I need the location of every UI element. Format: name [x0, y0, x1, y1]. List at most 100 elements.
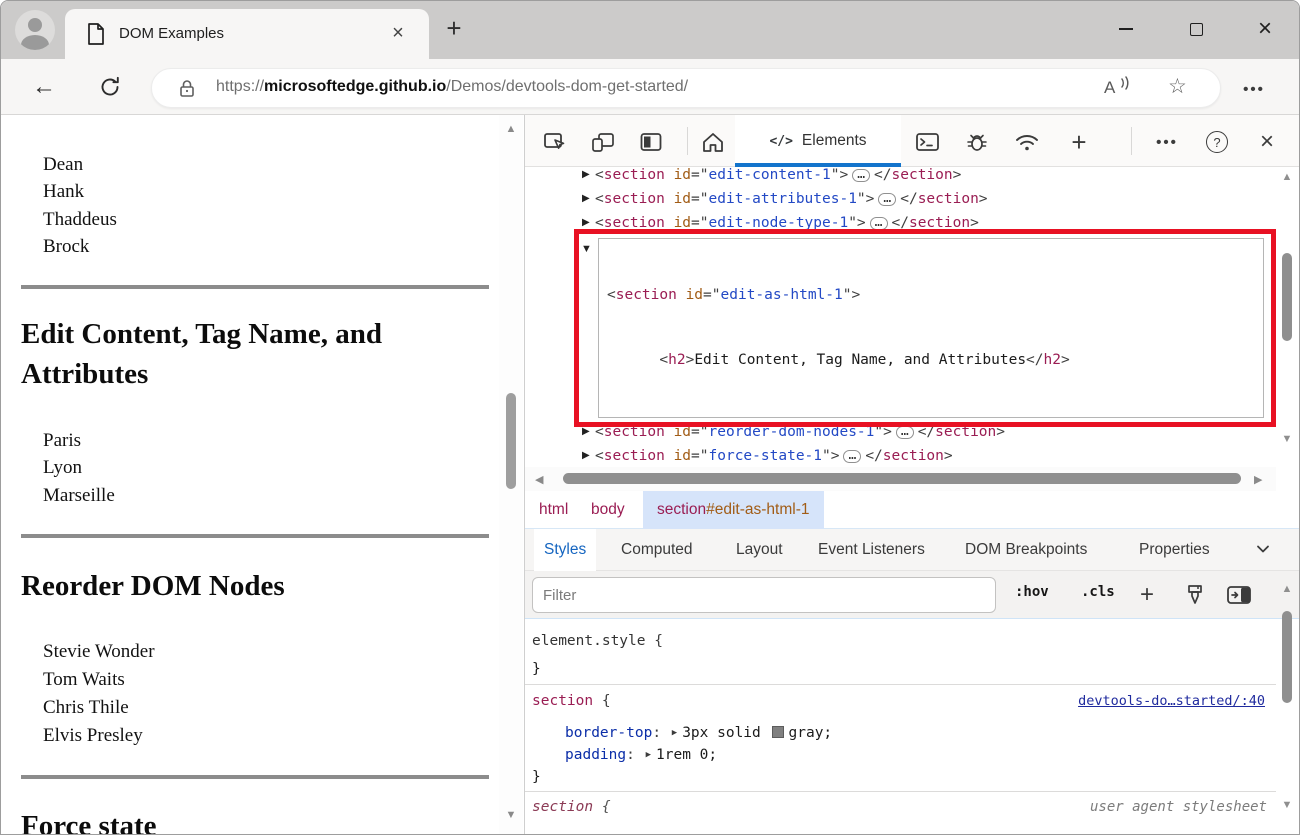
url-text: https://microsoftedge.github.io/Demos/de…	[216, 78, 688, 96]
new-style-rule-button[interactable]: +	[1133, 581, 1161, 609]
inspect-element-button[interactable]	[541, 128, 569, 156]
css-property-padding[interactable]: padding: ▶1rem 0;	[565, 744, 717, 766]
edit-as-html-code[interactable]: <section id="edit-as-html-1"> <h2>Edit C…	[607, 242, 1070, 418]
horizontal-scrollbar-thumb[interactable]	[563, 473, 1241, 484]
tab-title: DOM Examples	[119, 25, 224, 42]
window-minimize-button[interactable]	[1105, 13, 1147, 45]
address-bar[interactable]: https://microsoftedge.github.io/Demos/de…	[151, 68, 1221, 108]
css-property-border-top[interactable]: border-top: ▶3px solid gray;	[565, 722, 832, 744]
plus-icon: +	[1071, 127, 1086, 158]
scroll-down-icon[interactable]: ▼	[503, 809, 519, 821]
collapse-arrow-icon[interactable]: ▼	[581, 243, 592, 255]
annotation-highlight-box: ▼ <section id="edit-as-html-1"> <h2>Edit…	[574, 229, 1276, 427]
toggle-hover-state-button[interactable]: :hov	[1015, 584, 1049, 600]
open-pane-icon	[1226, 584, 1252, 606]
window-close-button[interactable]: ×	[1244, 13, 1286, 45]
tab-event-listeners[interactable]: Event Listeners	[808, 529, 935, 571]
tab-styles[interactable]: Styles	[534, 529, 596, 571]
page-musician-item: Tom Waits	[43, 669, 125, 691]
section-divider	[21, 775, 489, 779]
window-maximize-button[interactable]	[1175, 13, 1217, 45]
page-city-item: Paris	[43, 430, 81, 452]
plus-icon: +	[1140, 581, 1154, 609]
ellipsis-icon: •••	[1243, 81, 1265, 98]
bug-icon	[965, 131, 989, 154]
toolbar-separator	[1131, 127, 1132, 155]
devtools-help-button[interactable]: ?	[1203, 128, 1231, 156]
close-icon: ×	[1258, 19, 1272, 39]
new-tab-button[interactable]: +	[439, 14, 469, 44]
tab-computed[interactable]: Computed	[611, 529, 703, 571]
dom-horizontal-scrollbar[interactable]: ◀ ▶	[525, 467, 1276, 491]
refresh-icon	[98, 75, 122, 99]
devtools-more-button[interactable]: •••	[1153, 128, 1181, 156]
browser-tab[interactable]: DOM Examples ×	[65, 9, 429, 59]
dom-node-row[interactable]: <section id="force-state-1">…</section>	[595, 444, 953, 468]
page-name-item: Dean	[43, 154, 83, 176]
section-rule-selector[interactable]: section {	[532, 690, 611, 712]
scroll-up-icon[interactable]: ▲	[503, 123, 519, 135]
close-icon: ×	[1260, 128, 1274, 156]
browser-window: DOM Examples × + × ← https://microsofted…	[0, 0, 1300, 835]
tab-properties[interactable]: Properties	[1129, 529, 1220, 571]
dom-node-row[interactable]: <section id="edit-attributes-1">…</secti…	[595, 187, 988, 211]
scroll-right-icon[interactable]: ▶	[1254, 473, 1262, 486]
lock-icon	[176, 78, 198, 100]
more-tools-button[interactable]: +	[1065, 128, 1093, 156]
section-divider	[21, 534, 489, 538]
stylesheet-source-link[interactable]: devtools-do…started/:40	[1078, 690, 1265, 712]
expand-children-pill[interactable]: …	[896, 426, 914, 439]
ua-rule-selector[interactable]: section {	[532, 796, 611, 818]
dom-scroll-up-icon[interactable]: ▲	[1277, 171, 1297, 183]
code-tag-icon: </>	[769, 134, 792, 149]
tab-layout[interactable]: Layout	[726, 529, 793, 571]
expand-arrow-icon[interactable]: ▶	[582, 187, 590, 211]
page-scrollbar[interactable]: ▲ ▼	[499, 115, 523, 835]
scroll-left-icon[interactable]: ◀	[535, 473, 543, 486]
element-style-rule[interactable]: element.style {	[532, 630, 663, 652]
dock-side-button[interactable]	[637, 128, 665, 156]
dom-breadcrumb: html body section#edit-as-html-1	[525, 491, 1300, 529]
chevron-down-icon[interactable]	[1256, 544, 1270, 554]
tab-dom-breakpoints[interactable]: DOM Breakpoints	[955, 529, 1097, 571]
network-tab-button[interactable]	[1013, 128, 1041, 156]
favorite-star-icon[interactable]: ☆	[1168, 74, 1187, 99]
toggle-pane-button[interactable]	[1225, 581, 1253, 609]
console-tab-button[interactable]	[913, 128, 941, 156]
styles-scroll-up-icon[interactable]: ▲	[1277, 583, 1297, 595]
rule-divider	[525, 791, 1276, 792]
read-aloud-button[interactable]: A	[1104, 76, 1138, 102]
rendering-brush-button[interactable]	[1181, 581, 1209, 609]
styles-scrollbar-thumb[interactable]	[1282, 611, 1292, 703]
styles-filter-input[interactable]	[532, 577, 996, 613]
dom-scroll-down-icon[interactable]: ▼	[1277, 433, 1297, 445]
expand-children-pill[interactable]: …	[878, 193, 896, 206]
back-button[interactable]: ←	[27, 71, 61, 103]
expand-children-pill[interactable]: …	[843, 450, 861, 463]
expand-children-pill[interactable]: …	[852, 169, 870, 182]
avatar-person-icon	[28, 18, 42, 32]
browser-settings-button[interactable]: •••	[1237, 73, 1271, 105]
page-scrollbar-thumb[interactable]	[506, 393, 516, 489]
home-tab-button[interactable]	[699, 128, 727, 156]
dom-scrollbar-thumb[interactable]	[1282, 253, 1292, 341]
dom-node-row[interactable]: <section id="edit-content-1">…</section>	[595, 163, 961, 187]
styles-scroll-down-icon[interactable]: ▼	[1277, 799, 1297, 811]
devtools-close-button[interactable]: ×	[1253, 128, 1281, 156]
expand-arrow-icon[interactable]: ▶	[582, 163, 590, 187]
breadcrumb-active-node[interactable]: section#edit-as-html-1	[643, 491, 824, 529]
profile-avatar[interactable]	[15, 10, 55, 50]
issues-tab-button[interactable]	[963, 128, 991, 156]
device-emulation-button[interactable]	[589, 128, 617, 156]
edit-as-html-editor[interactable]: <section id="edit-as-html-1"> <h2>Edit C…	[598, 238, 1264, 418]
page-name-item: Brock	[43, 236, 89, 258]
expand-arrow-icon[interactable]: ▶	[582, 444, 590, 468]
tab-elements[interactable]: </> Elements	[735, 115, 901, 167]
breadcrumb-body[interactable]: body	[591, 499, 625, 521]
minimize-icon	[1119, 28, 1133, 30]
toggle-class-button[interactable]: .cls	[1081, 584, 1115, 600]
breadcrumb-html[interactable]: html	[539, 499, 568, 521]
refresh-button[interactable]	[93, 71, 127, 103]
page-name-item: Thaddeus	[43, 209, 117, 231]
tab-close-icon[interactable]: ×	[385, 21, 411, 47]
